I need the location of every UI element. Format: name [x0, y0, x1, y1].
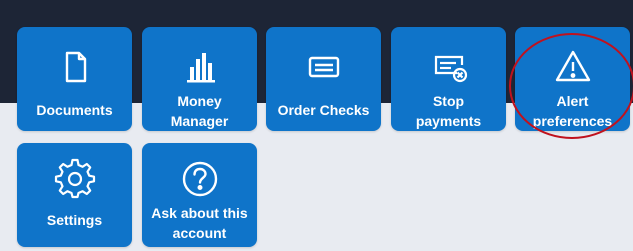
- settings-tile[interactable]: Settings: [17, 143, 132, 247]
- ask-about-account-label-line2: account: [172, 225, 227, 241]
- document-icon: [53, 45, 97, 89]
- stop-payments-label-line1: Stop: [432, 93, 465, 109]
- ask-about-account-tile[interactable]: Ask about this account: [142, 143, 257, 247]
- gear-icon: [53, 157, 97, 201]
- bar-chart-icon: [178, 45, 222, 89]
- stop-payment-icon: [427, 45, 471, 89]
- warning-triangle-icon: [551, 45, 595, 89]
- documents-tile[interactable]: Documents: [17, 27, 132, 131]
- settings-label: Settings: [46, 212, 103, 228]
- question-circle-icon: [178, 157, 222, 201]
- ask-about-account-label-line1: Ask about this: [151, 205, 248, 221]
- alert-preferences-label: Alert preferences: [519, 91, 627, 131]
- money-manager-label-line2: Manager: [170, 113, 229, 129]
- alert-preferences-label-line1: Alert: [556, 93, 589, 109]
- check-card-icon: [302, 45, 346, 89]
- order-checks-label: Order Checks: [277, 102, 370, 118]
- documents-label: Documents: [36, 102, 113, 118]
- money-manager-tile[interactable]: Money Manager: [142, 27, 257, 131]
- stop-payments-label: Stop payments: [395, 91, 503, 131]
- alert-preferences-tile[interactable]: Alert preferences: [515, 27, 630, 131]
- money-manager-label-line1: Money: [177, 93, 222, 109]
- stop-payments-tile[interactable]: Stop payments: [391, 27, 506, 131]
- order-checks-tile[interactable]: Order Checks: [266, 27, 381, 131]
- stop-payments-label-line2: payments: [415, 113, 482, 129]
- alert-preferences-label-line2: preferences: [532, 113, 613, 129]
- ask-about-account-label: Ask about this account: [146, 203, 254, 243]
- money-manager-label: Money Manager: [146, 91, 254, 131]
